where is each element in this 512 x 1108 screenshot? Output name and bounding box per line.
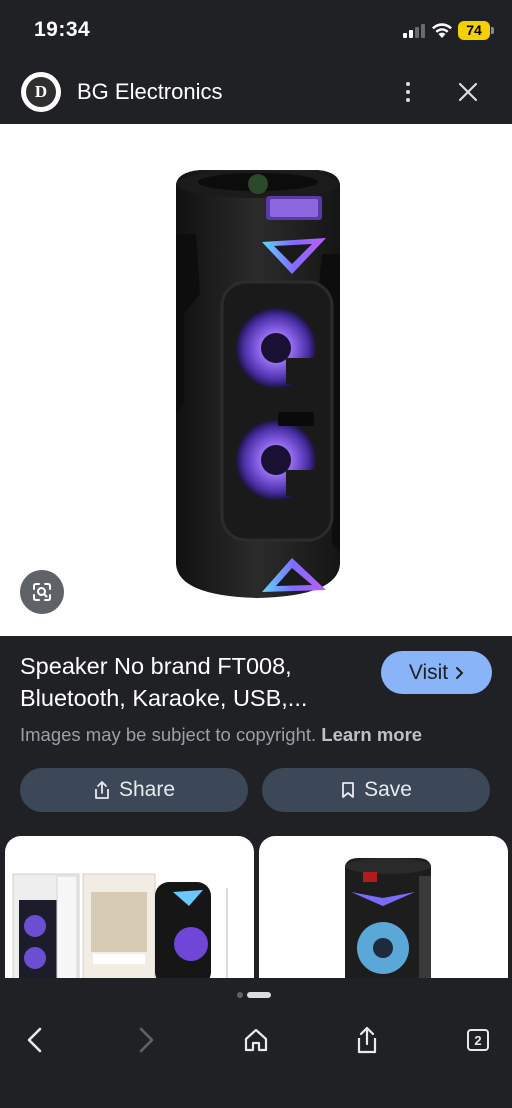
learn-more-link[interactable]: Learn more (321, 724, 422, 745)
chevron-right-icon (456, 666, 464, 679)
battery-indicator: 74 (458, 21, 494, 40)
lens-glyph (33, 583, 51, 601)
save-label: Save (364, 778, 412, 801)
visit-label: Visit (408, 660, 449, 684)
related-thumbnail-1 (12, 873, 228, 986)
share-label: Share (118, 778, 176, 801)
visit-button[interactable]: Visit (381, 651, 492, 694)
header: D BG Electronics (0, 62, 512, 124)
forward-icon[interactable] (126, 1020, 166, 1060)
copyright-text: Images may be subject to copyright. (20, 724, 317, 745)
related-image-1[interactable] (5, 836, 254, 986)
status-time: 19:34 (34, 18, 91, 41)
home-icon[interactable] (236, 1020, 276, 1060)
bottom-navigation: 2 (0, 978, 512, 1108)
page-dot-active (247, 992, 271, 998)
share-icon (95, 781, 109, 799)
more-vert-icon[interactable] (396, 78, 420, 106)
site-logo-letter: D (26, 77, 56, 107)
share-page-icon[interactable] (347, 1020, 387, 1060)
site-name[interactable]: BG Electronics (77, 79, 223, 105)
back-icon[interactable] (15, 1020, 55, 1060)
copyright-notice: Images may be subject to copyright. Lear… (20, 724, 422, 746)
wifi-icon (432, 23, 452, 38)
bookmark-icon (342, 782, 354, 798)
related-thumbnail-2 (345, 858, 431, 986)
tab-count: 2 (467, 1029, 489, 1051)
site-logo[interactable]: D (21, 72, 61, 112)
page-indicator (237, 992, 271, 998)
save-button[interactable]: Save (262, 768, 490, 812)
lens-icon[interactable] (20, 570, 64, 614)
share-button[interactable]: Share (20, 768, 248, 812)
close-icon[interactable] (456, 80, 480, 104)
tabs-icon[interactable]: 2 (458, 1020, 498, 1060)
speaker-image (176, 170, 340, 598)
product-title[interactable]: Speaker No brand FT008, Bluetooth, Karao… (20, 650, 365, 714)
related-image-2[interactable] (259, 836, 508, 986)
page-dot (237, 992, 243, 998)
status-bar: 19:34 74 (0, 0, 512, 62)
signal-icon (403, 24, 425, 38)
product-image[interactable] (0, 124, 512, 636)
